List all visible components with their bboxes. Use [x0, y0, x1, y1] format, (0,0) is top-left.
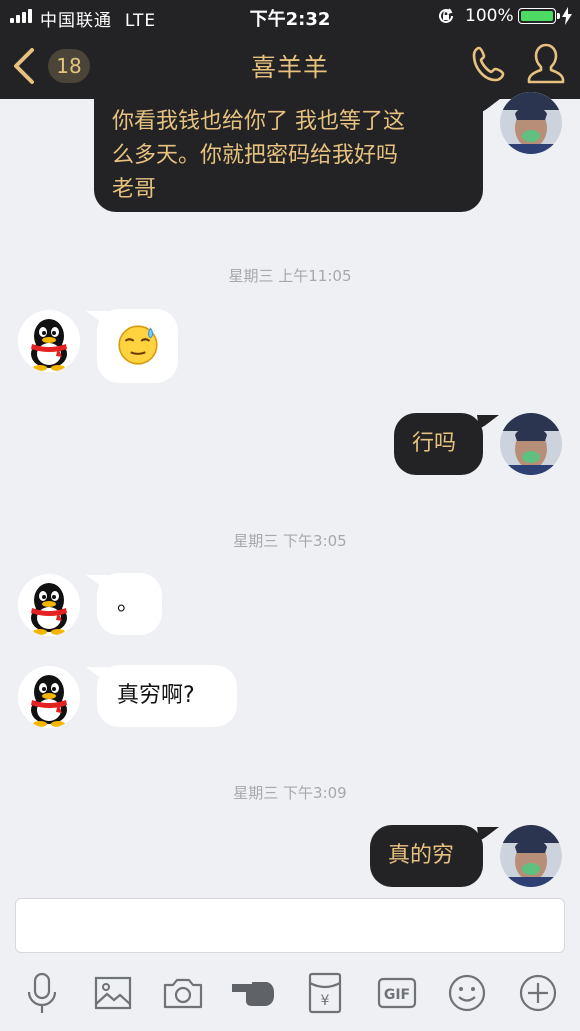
- timestamp: 星期三 下午3:05: [233, 532, 347, 550]
- my-avatar[interactable]: [500, 92, 562, 154]
- contact-avatar[interactable]: [18, 574, 80, 636]
- rotation-lock-icon: [439, 8, 453, 23]
- message-bubble-outgoing[interactable]: 行吗: [394, 413, 483, 475]
- red-packet-icon[interactable]: ¥: [302, 970, 348, 1016]
- microphone-icon[interactable]: [19, 970, 65, 1016]
- message-text: 行吗: [412, 431, 457, 456]
- message-bubble-outgoing[interactable]: 真的穷: [370, 825, 483, 887]
- image-icon[interactable]: [90, 970, 136, 1016]
- red-packet-label: ¥: [321, 993, 330, 1009]
- user-photo-icon: [500, 413, 562, 475]
- message-text-line: 么多天。你就把密码给我好吗: [112, 143, 399, 168]
- user-photo-icon: [500, 825, 562, 887]
- timestamp: 星期三 上午11:05: [228, 267, 352, 285]
- poke-hand-icon[interactable]: [230, 970, 276, 1016]
- battery-icon: [518, 8, 560, 24]
- user-photo-icon: [500, 92, 562, 154]
- message-text-line: 你看我钱也给你了 我也等了这: [112, 109, 405, 134]
- bubble-tail: [477, 827, 499, 841]
- message-bubble-incoming[interactable]: [97, 309, 178, 383]
- message-text: 真的穷: [388, 843, 455, 868]
- penguin-avatar-icon: [18, 310, 80, 372]
- plus-icon[interactable]: [515, 970, 561, 1016]
- gif-icon[interactable]: GIF: [374, 970, 420, 1016]
- penguin-avatar-icon: [18, 666, 80, 728]
- timestamp: 星期三 下午3:09: [233, 784, 347, 802]
- message-text: 。: [117, 591, 140, 616]
- message-text-line: 老哥: [112, 177, 157, 202]
- my-avatar[interactable]: [500, 825, 562, 887]
- nav-bar: 18 喜羊羊: [0, 32, 580, 99]
- gif-label: GIF: [384, 987, 410, 1003]
- top-bar: 中国联通 LTE 下午2:32 100% 18 喜羊羊: [0, 0, 580, 99]
- penguin-avatar-icon: [18, 574, 80, 636]
- message-bubble-outgoing[interactable]: 你看我钱也给你了 我也等了这 么多天。你就把密码给我好吗 老哥: [94, 99, 483, 212]
- camera-icon[interactable]: [160, 970, 206, 1016]
- phone-icon[interactable]: [470, 44, 510, 84]
- input-toolbar: ¥ GIF: [0, 960, 580, 1031]
- battery-percent: 100%: [465, 6, 514, 26]
- message-bubble-incoming[interactable]: 真穷啊?: [97, 665, 237, 727]
- my-avatar[interactable]: [500, 413, 562, 475]
- profile-icon[interactable]: [525, 42, 567, 86]
- emoji-icon[interactable]: [444, 970, 490, 1016]
- message-input[interactable]: [15, 898, 565, 953]
- bubble-tail: [477, 415, 499, 429]
- message-bubble-incoming[interactable]: 。: [97, 573, 162, 635]
- charging-bolt-icon: [562, 7, 572, 25]
- sweat-smile-emoji: [118, 325, 158, 365]
- contact-avatar[interactable]: [18, 310, 80, 372]
- bubble-tail: [478, 99, 500, 113]
- contact-avatar[interactable]: [18, 666, 80, 728]
- status-bar: 中国联通 LTE 下午2:32 100%: [0, 0, 580, 32]
- message-text: 真穷啊?: [117, 683, 195, 708]
